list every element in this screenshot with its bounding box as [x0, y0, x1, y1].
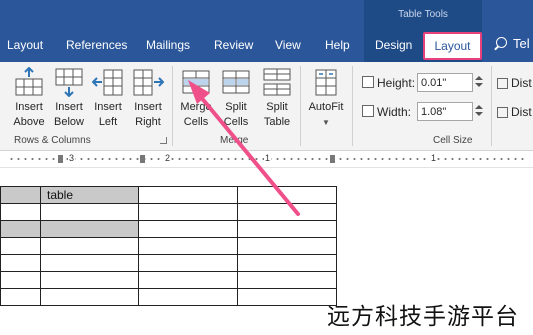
annotation-arrow: [188, 80, 300, 216]
